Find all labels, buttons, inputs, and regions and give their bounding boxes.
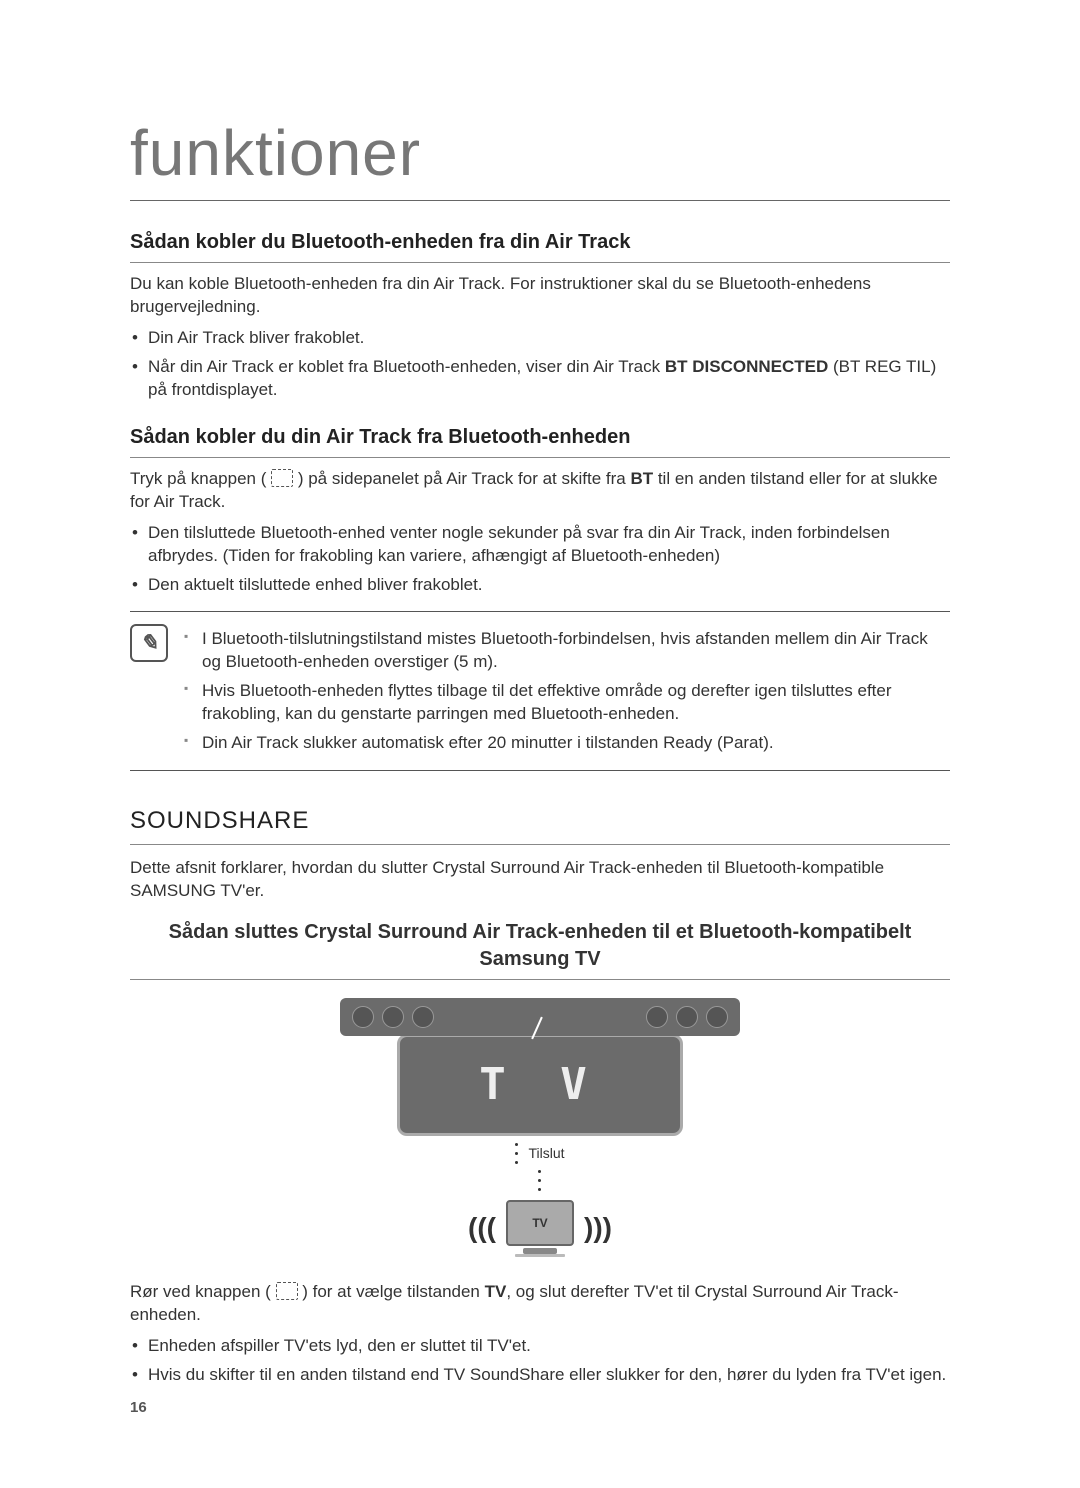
tv-screen-label: TV bbox=[532, 1215, 547, 1231]
note-list: I Bluetooth-tilslutningstilstand mistes … bbox=[184, 622, 950, 761]
connection-dots: Tilslut bbox=[515, 1140, 564, 1194]
display-panel-illustration: T V bbox=[397, 1034, 683, 1136]
soundbar-button-icon bbox=[352, 1006, 374, 1028]
heading-disconnect-device-from-airtrack: Sådan kobler du Bluetooth-enheden fra di… bbox=[130, 229, 950, 263]
soundbar-button-icon bbox=[412, 1006, 434, 1028]
connect-label: Tilslut bbox=[528, 1144, 564, 1163]
section3-bullet-2: Hvis du skifter til en anden tilstand en… bbox=[130, 1364, 950, 1387]
connection-diagram: T V Tilslut ((( TV ))) bbox=[130, 998, 950, 1257]
soundbar-right-buttons bbox=[644, 1006, 730, 1028]
soundbar-button-icon bbox=[676, 1006, 698, 1028]
display-text: T V bbox=[479, 1055, 600, 1114]
s2-intro-bold: BT bbox=[630, 469, 653, 488]
section1-bullet-2: Når din Air Track er koblet fra Bluetoot… bbox=[130, 356, 950, 402]
tv-base-icon bbox=[515, 1254, 565, 1257]
page-title: funktioner bbox=[130, 110, 950, 201]
soundbar-button-icon bbox=[646, 1006, 668, 1028]
tv-row: ((( TV ))) bbox=[468, 1200, 612, 1257]
note-box: ✎ I Bluetooth-tilslutningstilstand miste… bbox=[130, 611, 950, 772]
heading-disconnect-airtrack-from-device: Sådan kobler du din Air Track fra Blueto… bbox=[130, 424, 950, 458]
soundbar-illustration bbox=[340, 998, 740, 1036]
soundbar-left-buttons bbox=[350, 1006, 436, 1028]
s3-intro-pre: Rør ved knappen ( bbox=[130, 1282, 276, 1301]
section2-bullet-2: Den aktuelt tilsluttede enhed bliver fra… bbox=[130, 574, 950, 597]
section3-intro: Rør ved knappen ( ) for at vælge tilstan… bbox=[130, 1281, 950, 1327]
heading-soundshare: SOUNDSHARE bbox=[130, 805, 950, 844]
heading-connect-to-samsung-tv: Sådan sluttes Crystal Surround Air Track… bbox=[130, 919, 950, 980]
wireless-waves-left-icon: ((( bbox=[468, 1209, 496, 1247]
section2-list: Den tilsluttede Bluetooth-enhed venter n… bbox=[130, 522, 950, 597]
s3-intro-mid: ) for at vælge tilstanden bbox=[298, 1282, 485, 1301]
soundshare-intro: Dette afsnit forklarer, hvordan du slutt… bbox=[130, 857, 950, 903]
s2-intro-mid: ) på sidepanelet på Air Track for at ski… bbox=[293, 469, 630, 488]
s3-intro-bold: TV bbox=[485, 1282, 507, 1301]
soundbar-button-icon bbox=[706, 1006, 728, 1028]
section1-b2-pre: Når din Air Track er koblet fra Bluetoot… bbox=[148, 357, 665, 376]
section2-intro: Tryk på knappen ( ) på sidepanelet på Ai… bbox=[130, 468, 950, 514]
page-number: 16 bbox=[130, 1398, 147, 1418]
function-button-icon bbox=[276, 1282, 298, 1300]
section1-bullet-1: Din Air Track bliver frakoblet. bbox=[130, 327, 950, 350]
section3-list: Enheden afspiller TV'ets lyd, den er slu… bbox=[130, 1335, 950, 1387]
tv-stand-icon bbox=[523, 1248, 557, 1254]
note-item-1: I Bluetooth-tilslutningstilstand mistes … bbox=[184, 628, 950, 674]
section2-bullet-1: Den tilsluttede Bluetooth-enhed venter n… bbox=[130, 522, 950, 568]
tv-illustration: TV bbox=[506, 1200, 574, 1246]
soundbar-button-icon bbox=[382, 1006, 404, 1028]
function-button-icon bbox=[271, 469, 293, 487]
connector-line-icon bbox=[531, 1016, 543, 1039]
section1-list: Din Air Track bliver frakoblet. Når din … bbox=[130, 327, 950, 402]
section3-bullet-1: Enheden afspiller TV'ets lyd, den er slu… bbox=[130, 1335, 950, 1358]
note-icon: ✎ bbox=[130, 624, 168, 662]
section1-b2-bold: BT DISCONNECTED bbox=[665, 357, 828, 376]
wireless-waves-right-icon: ))) bbox=[584, 1209, 612, 1247]
s2-intro-pre: Tryk på knappen ( bbox=[130, 469, 271, 488]
section1-intro: Du kan koble Bluetooth-enheden fra din A… bbox=[130, 273, 950, 319]
note-item-3: Din Air Track slukker automatisk efter 2… bbox=[184, 732, 950, 755]
note-item-2: Hvis Bluetooth-enheden flyttes tilbage t… bbox=[184, 680, 950, 726]
